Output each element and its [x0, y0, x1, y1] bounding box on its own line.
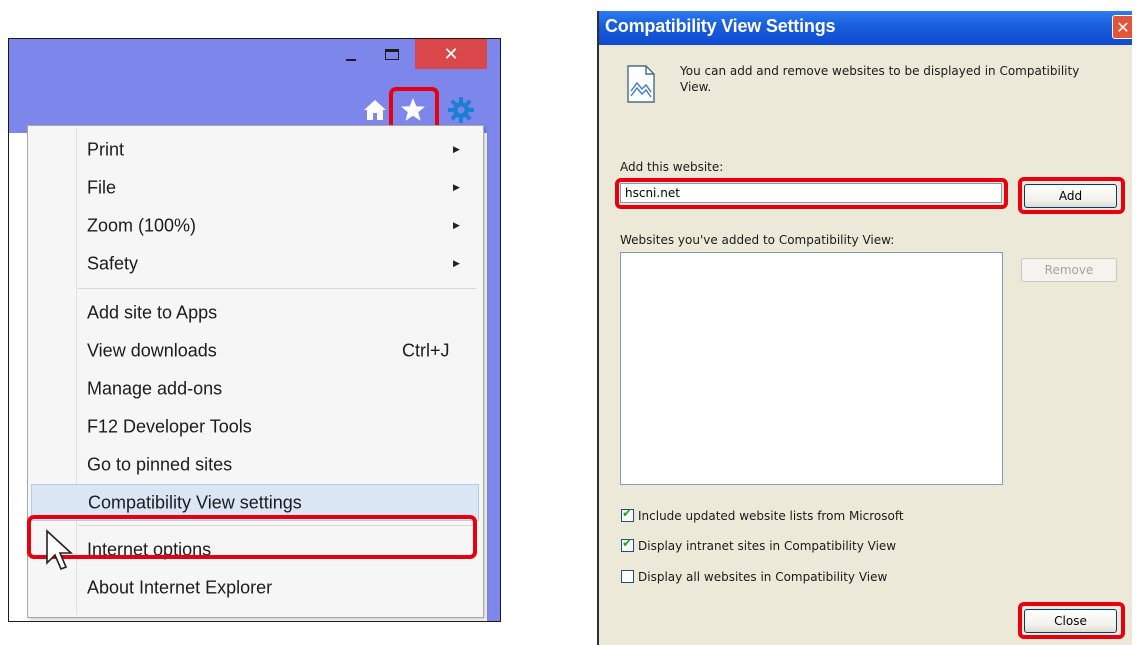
checkbox-label: Display all websites in Compatibility Vi…	[638, 569, 888, 584]
remove-button-label: Remove	[1044, 263, 1094, 277]
add-annotation-highlight	[1018, 177, 1125, 214]
window-close-button[interactable]: ✕	[415, 39, 487, 69]
compatibility-view-dialog: Compatibility View Settings ✕ You can ad…	[597, 11, 1132, 645]
menu-item-pinned-sites[interactable]: Go to pinned sites	[28, 446, 483, 483]
menu-item-label: View downloads	[87, 340, 217, 360]
ie-browser-window: ✕ Print ▶ File ▶ Zoom (100%) ▶ Safety ▶ …	[8, 38, 501, 622]
checkbox-label: Display intranet sites in Compatibility …	[638, 538, 897, 553]
maximize-button[interactable]	[373, 39, 411, 69]
ie-frame-edge	[487, 133, 500, 621]
menu-item-about-ie[interactable]: About Internet Explorer	[28, 569, 483, 606]
menu-item-developer-tools[interactable]: F12 Developer Tools	[28, 408, 483, 445]
close-icon: ✕	[443, 43, 459, 65]
menu-item-print[interactable]: Print ▶	[28, 131, 483, 168]
checkbox-row-all-websites[interactable]: Display all websites in Compatibility Vi…	[621, 568, 887, 585]
submenu-arrow-icon: ▶	[453, 258, 460, 269]
menu-item-label: Print	[87, 139, 125, 159]
checkmark-icon: ✔	[622, 536, 633, 550]
menu-item-safety[interactable]: Safety ▶	[28, 245, 483, 282]
close-annotation-highlight	[1018, 602, 1125, 639]
home-icon[interactable]	[362, 97, 388, 123]
document-icon	[627, 65, 655, 103]
dialog-title: Compatibility View Settings	[605, 16, 836, 36]
menu-item-label: About Internet Explorer	[87, 577, 273, 597]
dialog-description: You can add and remove websites to be di…	[680, 64, 1080, 94]
submenu-arrow-icon: ▶	[453, 182, 460, 193]
menu-item-add-site-to-apps[interactable]: Add site to Apps	[28, 294, 483, 331]
mouse-cursor-icon	[46, 529, 74, 571]
dialog-close-x-button[interactable]: ✕	[1112, 15, 1132, 39]
checkbox-row-intranet[interactable]: ✔ Display intranet sites in Compatibilit…	[621, 536, 897, 554]
menu-item-zoom[interactable]: Zoom (100%) ▶	[28, 207, 483, 244]
submenu-arrow-icon: ▶	[453, 220, 460, 231]
checkmark-icon: ✔	[622, 506, 633, 520]
menu-item-label: File	[87, 177, 117, 197]
submenu-arrow-icon: ▶	[453, 144, 460, 155]
gear-icon[interactable]	[448, 97, 474, 123]
close-icon: ✕	[1116, 17, 1130, 37]
menu-item-label: F12 Developer Tools	[87, 416, 252, 436]
menu-item-label: Add site to Apps	[87, 302, 218, 322]
menu-separator	[78, 288, 476, 289]
menu-item-label: Go to pinned sites	[87, 454, 233, 474]
websites-listbox[interactable]	[620, 252, 1003, 485]
input-annotation-highlight	[615, 178, 1008, 209]
checkbox-label: Include updated website lists from Micro…	[638, 508, 904, 523]
menu-item-label: Safety	[87, 253, 139, 273]
menu-item-view-downloads[interactable]: View downloads Ctrl+J	[28, 332, 483, 369]
dialog-titlebar: Compatibility View Settings ✕	[599, 11, 1132, 45]
intranet-sites-checkbox[interactable]: ✔	[621, 536, 634, 552]
maximize-icon	[385, 48, 399, 60]
compatibility-annotation-highlight	[27, 515, 477, 559]
menu-item-label: Compatibility View settings	[88, 492, 302, 512]
menu-item-shortcut: Ctrl+J	[402, 340, 450, 360]
menu-item-label: Zoom (100%)	[87, 215, 197, 235]
menu-item-manage-add-ons[interactable]: Manage add-ons	[28, 370, 483, 407]
all-websites-checkbox[interactable]	[621, 570, 634, 583]
minimize-button[interactable]	[333, 39, 369, 69]
menu-item-file[interactable]: File ▶	[28, 169, 483, 206]
menu-item-label: Manage add-ons	[87, 378, 223, 398]
websites-list-label: Websites you've added to Compatibility V…	[620, 233, 895, 247]
minimize-icon	[346, 59, 356, 61]
remove-button[interactable]: Remove	[1021, 258, 1117, 282]
include-updated-lists-checkbox[interactable]: ✔	[621, 506, 634, 522]
add-website-label: Add this website:	[620, 160, 724, 174]
checkbox-row-updated-lists[interactable]: ✔ Include updated website lists from Mic…	[621, 506, 904, 524]
